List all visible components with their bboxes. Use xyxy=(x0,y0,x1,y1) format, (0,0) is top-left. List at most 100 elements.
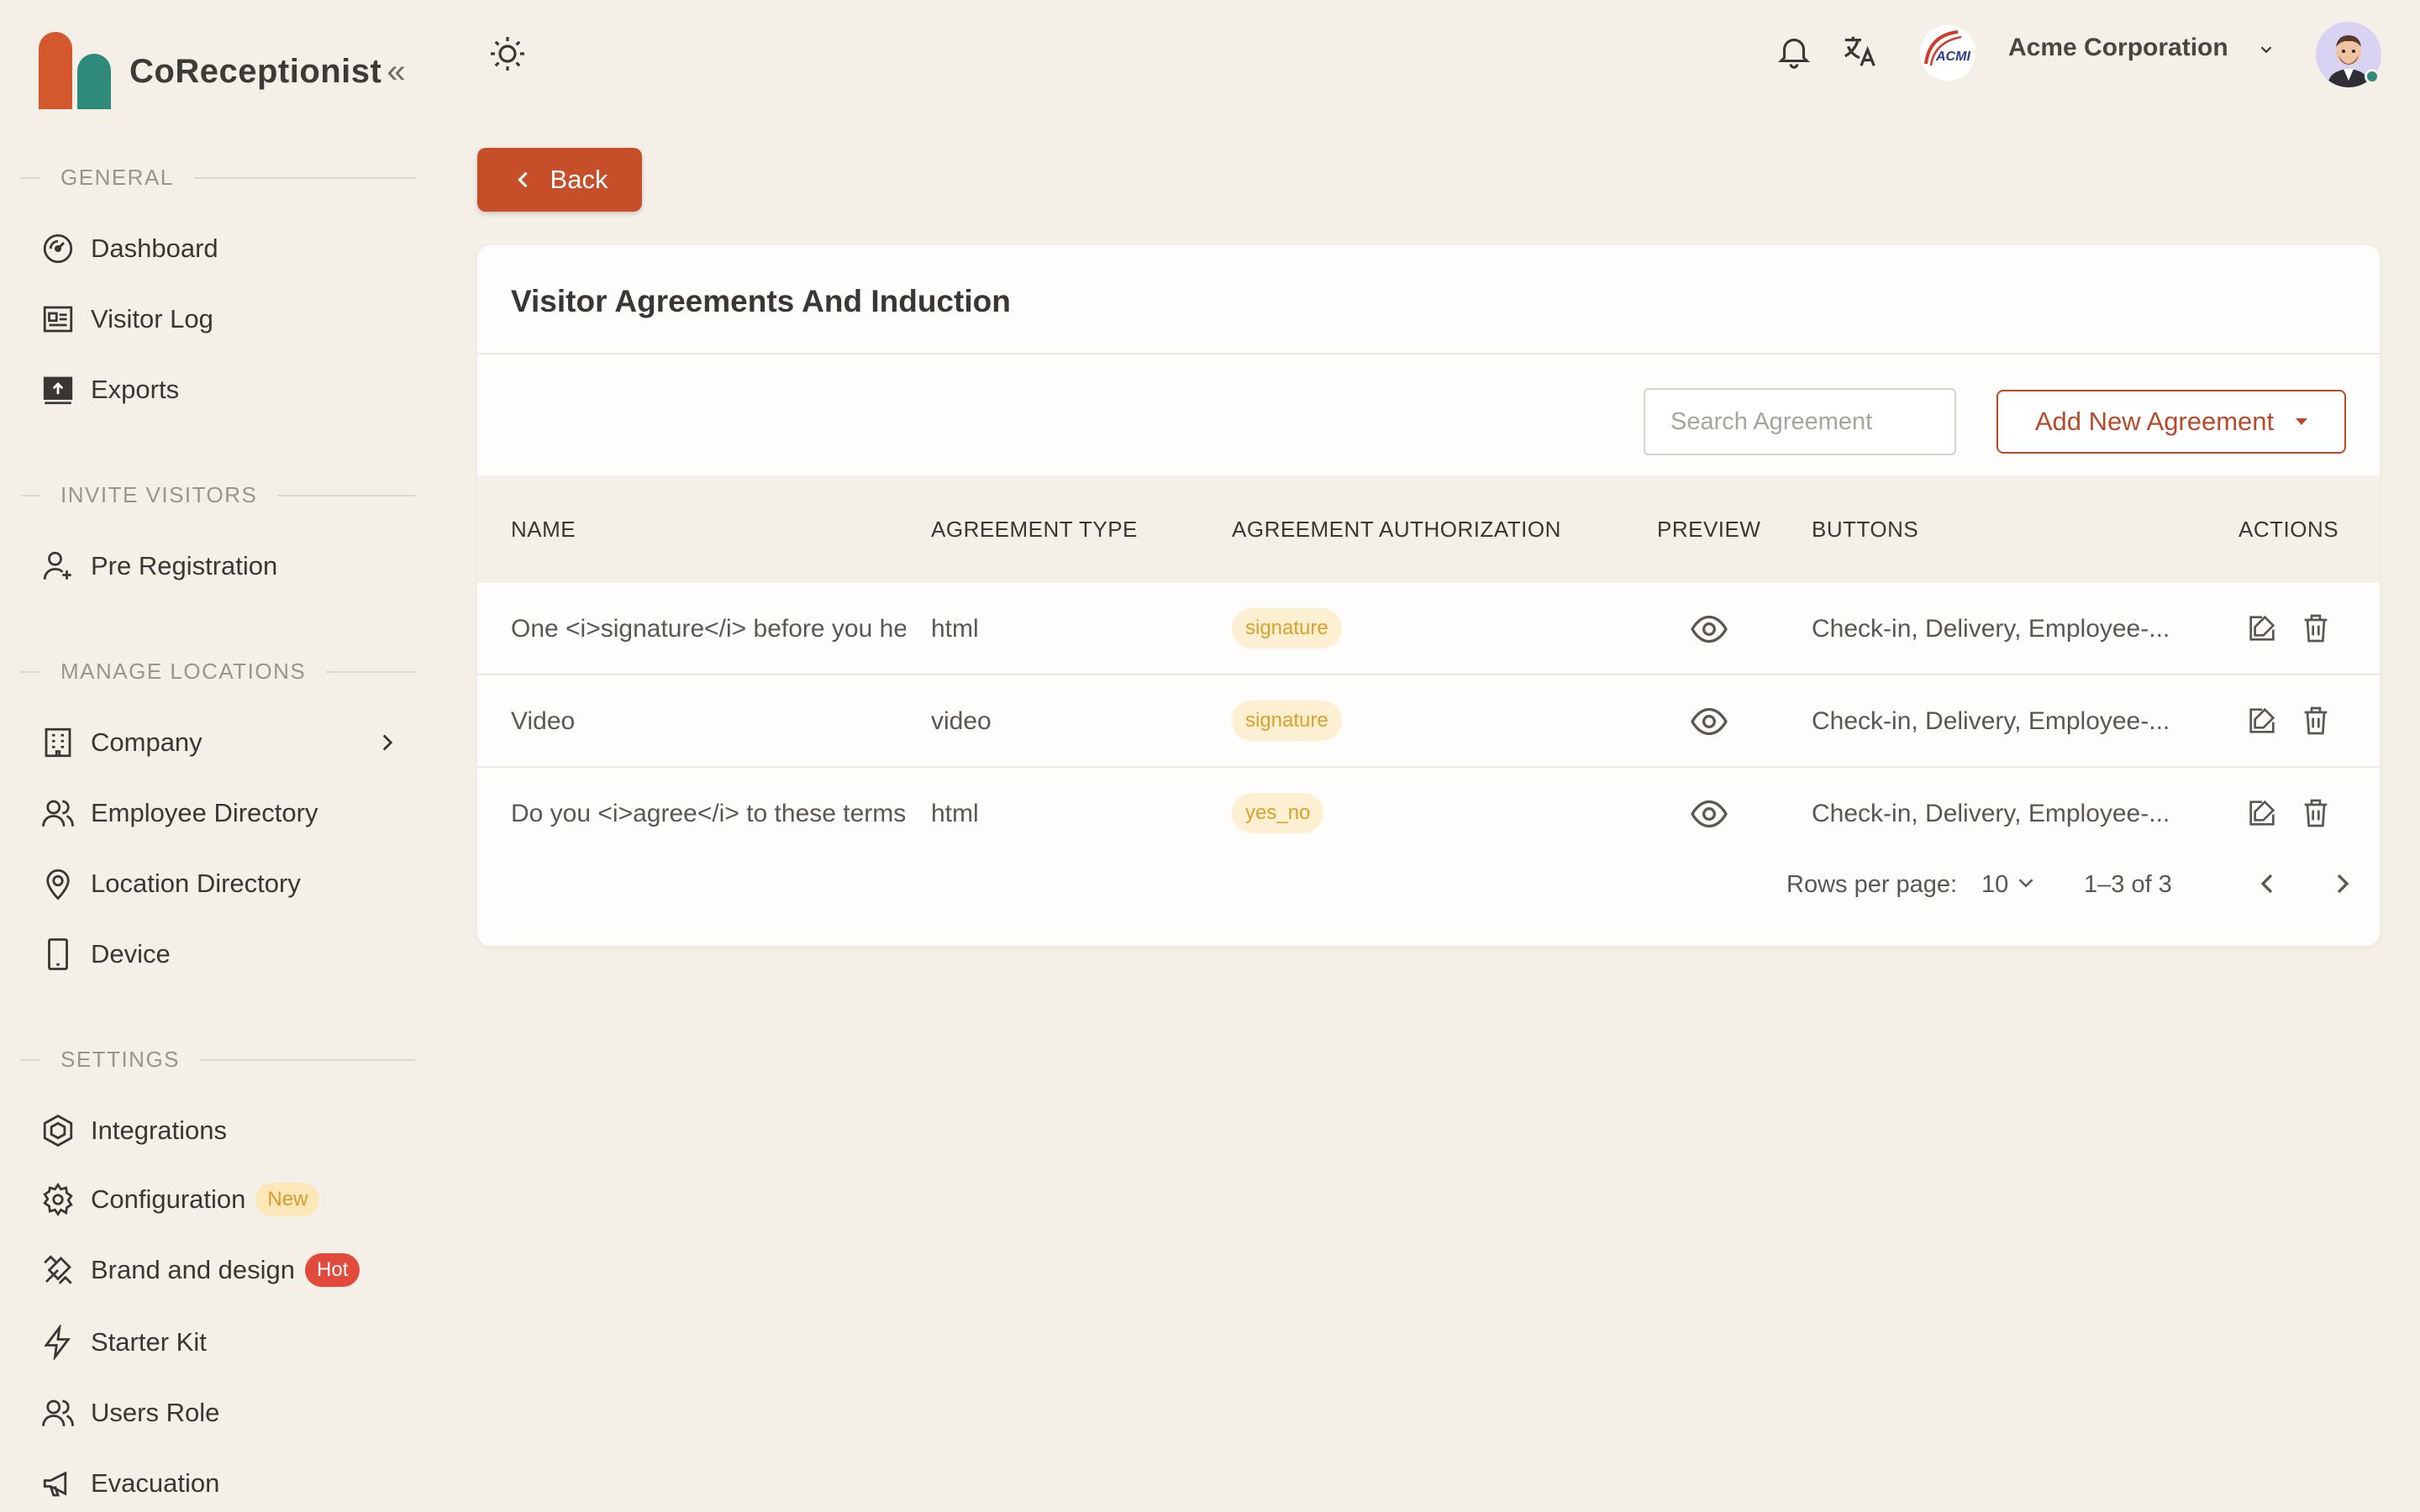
table-row[interactable]: Do you <i>agree</i> to these terms html … xyxy=(477,768,2380,860)
users-role-icon xyxy=(42,1399,74,1426)
new-badge: New xyxy=(255,1183,320,1216)
back-button[interactable]: Back xyxy=(477,148,642,212)
megaphone-icon xyxy=(43,1471,67,1497)
caret-down-icon xyxy=(2296,418,2308,425)
sidebar-item-location-directory[interactable]: Location Directory xyxy=(40,860,402,907)
sidebar-item-label: Integrations xyxy=(91,1116,227,1145)
section-manage-locations: MANAGE LOCATIONS xyxy=(20,659,415,685)
sidebar-item-label: Users Role xyxy=(91,1398,220,1427)
rows-per-page-label: Rows per page: xyxy=(1786,871,1958,898)
agreement-name: One <i>signature</i> before you he xyxy=(511,615,906,643)
user-plus-icon xyxy=(43,551,71,580)
visitor-log-icon xyxy=(43,306,73,333)
section-settings: SETTINGS xyxy=(20,1047,415,1073)
section-invite-visitors: INVITE VISITORS xyxy=(20,482,415,508)
buttons-list: Check-in, Delivery, Employee-... xyxy=(1812,615,2170,643)
agreements-card: Visitor Agreements And Induction Add New… xyxy=(477,245,2380,946)
sidebar-item-label: Dashboard xyxy=(91,234,218,263)
preview-eye-icon[interactable] xyxy=(1691,705,1728,738)
sidebar-item-label: Exports xyxy=(91,375,180,404)
sidebar-item-dashboard[interactable]: Dashboard xyxy=(40,225,402,272)
edit-icon[interactable] xyxy=(2245,796,2279,830)
column-header-buttons: BUTTONS xyxy=(1812,517,1919,542)
integrations-icon xyxy=(43,1114,73,1147)
sidebar: CoReceptionist « GENERAL Dashboard Visit… xyxy=(0,0,454,1512)
sidebar-item-company[interactable]: Company xyxy=(40,719,402,766)
authorization-chip: signature xyxy=(1232,701,1342,741)
brand-name: CoReceptionist xyxy=(129,52,382,90)
delete-icon[interactable] xyxy=(2299,612,2333,645)
table-header: NAME AGREEMENT TYPE AGREEMENT AUTHORIZAT… xyxy=(477,475,2380,583)
chevron-right-icon[interactable] xyxy=(373,728,402,757)
collapse-sidebar-icon[interactable]: « xyxy=(387,53,405,91)
building-icon xyxy=(45,727,71,758)
sidebar-item-label: Starter Kit xyxy=(91,1327,207,1357)
gear-icon xyxy=(43,1182,73,1217)
sidebar-item-visitor-log[interactable]: Visitor Log xyxy=(40,296,402,343)
agreement-type: html xyxy=(931,615,979,643)
edit-icon[interactable] xyxy=(2245,704,2279,738)
page-title: Visitor Agreements And Induction xyxy=(511,284,1011,318)
table-row[interactable]: Video video signature Check-in, Delivery… xyxy=(477,675,2380,768)
column-header-agreement-authorization[interactable]: AGREEMENT AUTHORIZATION xyxy=(1232,475,1561,583)
preview-eye-icon[interactable] xyxy=(1691,612,1728,646)
sidebar-item-label: Evacuation xyxy=(91,1468,220,1498)
column-header-name[interactable]: NAME xyxy=(511,475,576,583)
delete-icon[interactable] xyxy=(2299,796,2333,830)
column-header-preview: PREVIEW xyxy=(1657,517,1761,542)
theme-toggle-icon[interactable] xyxy=(487,34,528,74)
buttons-list: Check-in, Delivery, Employee-... xyxy=(1812,800,2170,827)
agreement-type: html xyxy=(931,800,979,827)
map-pin-icon xyxy=(46,869,70,900)
edit-icon[interactable] xyxy=(2245,612,2279,645)
sidebar-item-brand-and-design[interactable]: Brand and design Hot xyxy=(40,1247,402,1294)
column-header-actions: ACTIONS xyxy=(2238,517,2339,542)
organization-name[interactable]: Acme Corporation xyxy=(2008,34,2228,62)
sidebar-item-label: Brand and design xyxy=(91,1255,296,1284)
bolt-icon xyxy=(44,1325,71,1360)
sidebar-item-label: Employee Directory xyxy=(91,798,318,827)
column-header-agreement-type[interactable]: AGREEMENT TYPE xyxy=(931,475,1138,583)
brush-icon xyxy=(44,1255,72,1284)
online-status-dot xyxy=(2365,69,2380,84)
buttons-list: Check-in, Delivery, Employee-... xyxy=(1812,707,2170,735)
chevron-down-icon[interactable] xyxy=(2257,40,2275,59)
agreement-name: Do you <i>agree</i> to these terms xyxy=(511,800,906,827)
translate-icon[interactable] xyxy=(1840,32,1879,71)
sidebar-item-label: Device xyxy=(91,939,171,969)
previous-page-icon[interactable] xyxy=(2250,867,2284,900)
sidebar-item-device[interactable]: Device xyxy=(40,931,402,978)
agreement-name: Video xyxy=(511,707,576,735)
sidebar-item-users-role[interactable]: Users Role xyxy=(40,1389,402,1436)
organization-logo: ACMI xyxy=(1920,25,1975,81)
add-new-agreement-button[interactable]: Add New Agreement xyxy=(1996,390,2346,454)
delete-icon[interactable] xyxy=(2299,704,2333,738)
preview-eye-icon[interactable] xyxy=(1691,797,1728,831)
agreement-type: video xyxy=(931,707,992,735)
section-general: GENERAL xyxy=(20,165,415,191)
back-label: Back xyxy=(550,165,608,194)
authorization-chip: yes_no xyxy=(1232,793,1324,833)
pagination-range: 1–3 of 3 xyxy=(2084,871,2172,898)
device-icon xyxy=(48,938,68,970)
chevron-down-icon[interactable] xyxy=(2013,870,2039,895)
divider xyxy=(477,353,2380,354)
sidebar-item-employee-directory[interactable]: Employee Directory xyxy=(40,790,402,837)
rows-per-page-select[interactable]: 10 xyxy=(1981,855,2008,914)
next-page-icon[interactable] xyxy=(2326,867,2360,900)
sidebar-item-starter-kit[interactable]: Starter Kit xyxy=(40,1319,402,1366)
search-input[interactable] xyxy=(1644,388,1956,455)
sidebar-item-pre-registration[interactable]: Pre Registration xyxy=(40,543,402,590)
sidebar-item-label: Configuration xyxy=(91,1184,246,1214)
sidebar-item-label: Visitor Log xyxy=(91,304,213,333)
sidebar-item-integrations[interactable]: Integrations xyxy=(40,1107,402,1154)
hot-badge: Hot xyxy=(305,1253,360,1287)
notification-bell-icon[interactable] xyxy=(1775,32,1813,71)
add-new-agreement-label: Add New Agreement xyxy=(2034,407,2275,436)
sidebar-item-evacuation[interactable]: Evacuation xyxy=(40,1460,402,1507)
chevron-left-icon xyxy=(517,171,528,188)
brand[interactable]: CoReceptionist « xyxy=(39,32,406,111)
sidebar-item-configuration[interactable]: Configuration New xyxy=(40,1176,402,1223)
sidebar-item-exports[interactable]: Exports xyxy=(40,366,402,413)
table-row[interactable]: One <i>signature</i> before you he html … xyxy=(477,583,2380,675)
